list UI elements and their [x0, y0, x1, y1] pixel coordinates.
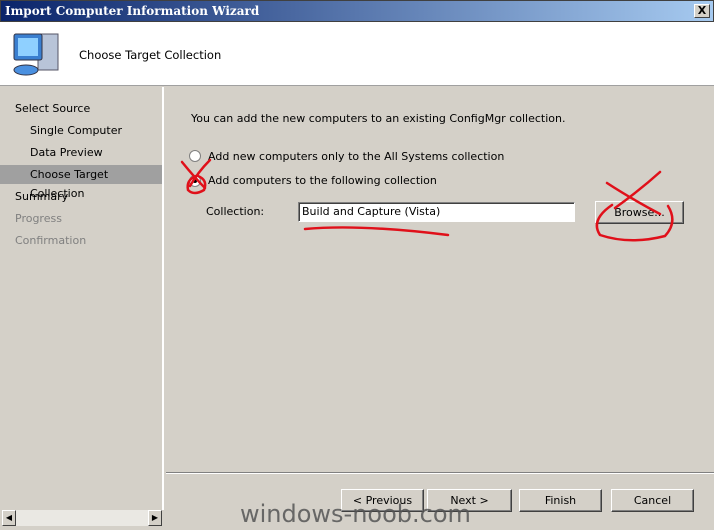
red-annotations — [180, 158, 674, 242]
annotation-circle-browse — [595, 203, 674, 242]
watermark: windows-noob.com — [240, 500, 471, 528]
annotation-x-browse — [605, 170, 662, 216]
annotation-underline — [303, 226, 450, 237]
